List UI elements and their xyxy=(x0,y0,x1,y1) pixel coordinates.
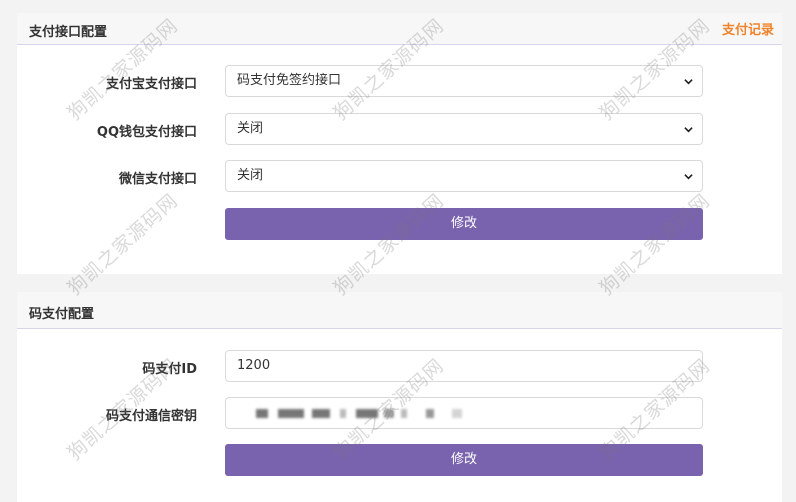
qqwallet-select[interactable]: 关闭 xyxy=(225,113,703,145)
alipay-label: 支付宝支付接口 xyxy=(105,77,197,92)
codepay-key-row: 码支付通信密钥 xyxy=(17,397,782,429)
alipay-select[interactable]: 码支付免签约接口 xyxy=(225,65,703,97)
codepay-id-input[interactable]: 1200 xyxy=(225,350,703,382)
payment-config-header: 支付接口配置 支付记录 xyxy=(17,13,782,45)
codepay-id-value: 1200 xyxy=(237,358,271,373)
payment-records-link[interactable]: 支付记录 xyxy=(722,19,774,38)
qqwallet-select-value: 关闭 xyxy=(237,121,264,136)
codepay-submit-button[interactable]: 修改 xyxy=(225,444,703,476)
wechat-label: 微信支付接口 xyxy=(118,172,197,187)
codepay-key-input[interactable] xyxy=(225,397,703,429)
wechat-row: 微信支付接口 关闭 xyxy=(17,160,782,192)
qqwallet-label: QQ钱包支付接口 xyxy=(96,125,197,140)
codepay-key-label: 码支付通信密钥 xyxy=(105,409,197,424)
payment-submit-button[interactable]: 修改 xyxy=(225,208,703,240)
payment-config-title: 支付接口配置 xyxy=(29,25,108,40)
chevron-down-icon xyxy=(684,79,693,85)
qqwallet-row: QQ钱包支付接口 关闭 xyxy=(17,113,782,145)
redacted-key-value xyxy=(256,409,496,419)
codepay-id-row: 码支付ID 1200 xyxy=(17,350,782,382)
alipay-select-value: 码支付免签约接口 xyxy=(237,73,342,88)
codepay-config-title: 码支付配置 xyxy=(29,307,95,322)
alipay-row: 支付宝支付接口 码支付免签约接口 xyxy=(17,65,782,97)
wechat-select[interactable]: 关闭 xyxy=(225,160,703,192)
chevron-down-icon xyxy=(684,174,693,180)
chevron-down-icon xyxy=(684,127,693,133)
codepay-id-label: 码支付ID xyxy=(142,362,197,377)
codepay-config-panel: 码支付配置 码支付ID 1200 码支付通信密钥 修改 xyxy=(17,292,782,502)
wechat-select-value: 关闭 xyxy=(237,168,264,183)
codepay-config-header: 码支付配置 xyxy=(17,292,782,329)
payment-config-panel: 支付接口配置 支付记录 支付宝支付接口 码支付免签约接口 QQ钱包支付接口 关闭… xyxy=(17,13,782,274)
